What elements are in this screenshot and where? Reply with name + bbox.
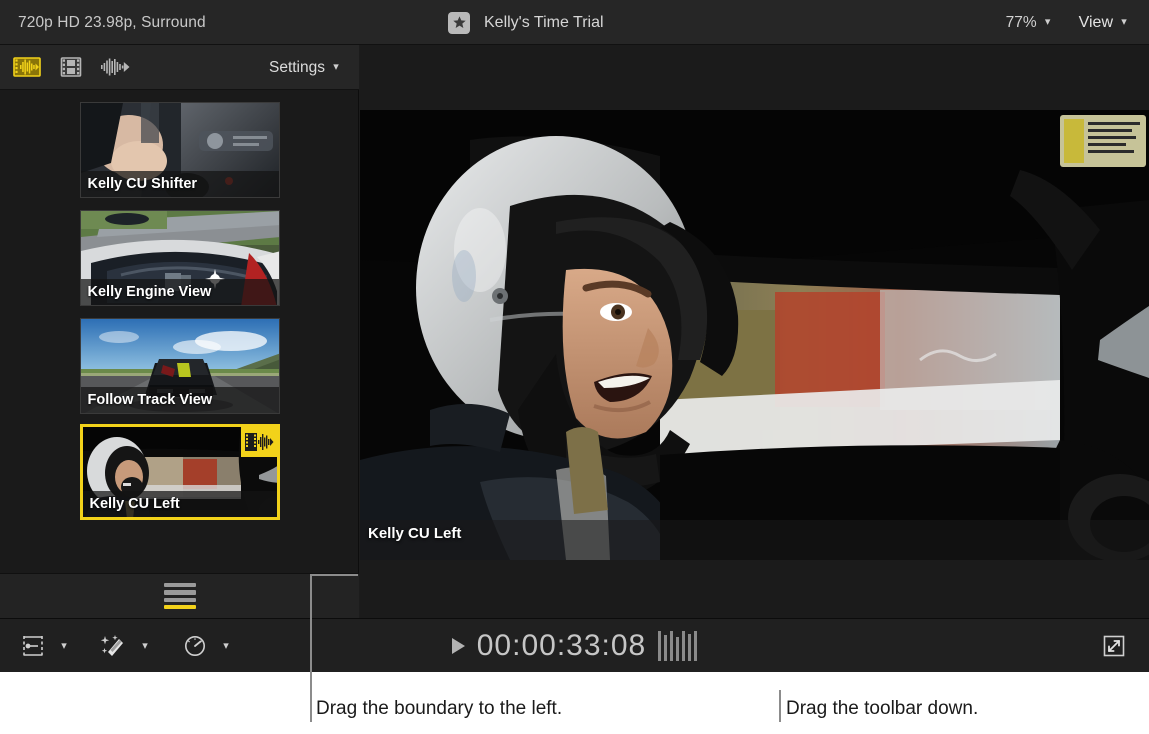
- star-icon: [448, 12, 470, 34]
- settings-label: Settings: [269, 59, 325, 77]
- view-chevron-down-icon[interactable]: ▾: [1113, 17, 1135, 28]
- view-menu-label[interactable]: View: [1079, 14, 1113, 32]
- timecode-display[interactable]: 00:00:33:08: [477, 629, 646, 663]
- final-cut-pro-window: 720p HD 23.98p, Surround Kelly's Time Tr…: [0, 0, 1149, 672]
- meter-bar: [676, 637, 679, 661]
- settings-chevron-down-icon: ▾: [325, 62, 347, 73]
- project-title-group: Kelly's Time Trial: [448, 0, 604, 45]
- viewer-clip-name: Kelly CU Left: [368, 525, 461, 542]
- callout-label-toolbar: Drag the toolbar down.: [786, 698, 978, 720]
- title-bar: 720p HD 23.98p, Surround Kelly's Time Tr…: [0, 0, 1149, 45]
- project-format-label: 720p HD 23.98p, Surround: [18, 14, 206, 32]
- list-item-selected[interactable]: Kelly CU Left: [80, 424, 280, 520]
- list-rows-icon[interactable]: [164, 583, 196, 609]
- video-frame: Kelly CU Left: [360, 110, 1149, 560]
- toolbar-right-controls: [1097, 619, 1131, 672]
- screenshot-root: 720p HD 23.98p, Surround Kelly's Time Tr…: [0, 0, 1149, 734]
- pane-boundary-handle[interactable]: [310, 574, 358, 620]
- filmstrip-waveform-icon[interactable]: [12, 55, 42, 79]
- filmstrip-waveform-badge-icon: [241, 427, 277, 457]
- browser-pane: Settings ▾: [0, 45, 359, 618]
- expand-arrows-icon[interactable]: [1097, 631, 1131, 661]
- list-item[interactable]: Kelly CU Shifter: [80, 102, 280, 198]
- clip-name: Follow Track View: [81, 387, 279, 413]
- list-item[interactable]: Kelly Engine View: [80, 210, 280, 306]
- row-bar: [164, 590, 196, 594]
- clip-name: Kelly Engine View: [81, 279, 279, 305]
- audio-meter-icon[interactable]: [658, 631, 697, 661]
- viewer-pane[interactable]: Kelly CU Left: [360, 45, 1149, 618]
- toolbar-playback-group: 00:00:33:08: [0, 619, 1149, 672]
- browser-view-mode-buttons: [12, 55, 130, 79]
- callout-leader-line-1: [310, 620, 312, 722]
- browser-header: Settings ▾: [0, 45, 359, 90]
- row-bar: [164, 598, 196, 602]
- project-format-info: 720p HD 23.98p, Surround: [18, 0, 206, 45]
- video-still: [360, 110, 1149, 560]
- zoom-chevron-down-icon[interactable]: ▾: [1037, 17, 1059, 28]
- zoom-level-value[interactable]: 77%: [1006, 14, 1037, 32]
- meter-bar: [658, 631, 661, 661]
- clip-list[interactable]: Kelly CU Shifter: [0, 90, 359, 573]
- browser-settings-button[interactable]: Settings ▾: [269, 45, 347, 90]
- row-bar: [164, 583, 196, 587]
- filmstrip-icon[interactable]: [56, 55, 86, 79]
- row-bar-active: [164, 605, 196, 609]
- clip-name: Kelly CU Left: [83, 491, 277, 517]
- meter-bar: [664, 635, 667, 661]
- audio-waveform-icon[interactable]: [100, 55, 130, 79]
- play-triangle-icon[interactable]: [452, 638, 465, 654]
- callout-leader-line-2: [779, 690, 781, 722]
- browser-footer: [0, 573, 359, 618]
- clip-name: Kelly CU Shifter: [81, 171, 279, 197]
- meter-bar: [670, 631, 673, 661]
- meter-bar: [682, 631, 685, 661]
- page-title: Kelly's Time Trial: [484, 14, 604, 32]
- callout-label-boundary: Drag the boundary to the left.: [316, 698, 562, 720]
- viewer-label-scrim: [360, 520, 1149, 560]
- bottom-toolbar: ▾ ▾: [0, 618, 1149, 672]
- meter-bar: [694, 631, 697, 661]
- title-bar-controls: 77% ▾ View ▾: [1006, 0, 1135, 45]
- meter-bar: [688, 634, 691, 661]
- list-item[interactable]: Follow Track View: [80, 318, 280, 414]
